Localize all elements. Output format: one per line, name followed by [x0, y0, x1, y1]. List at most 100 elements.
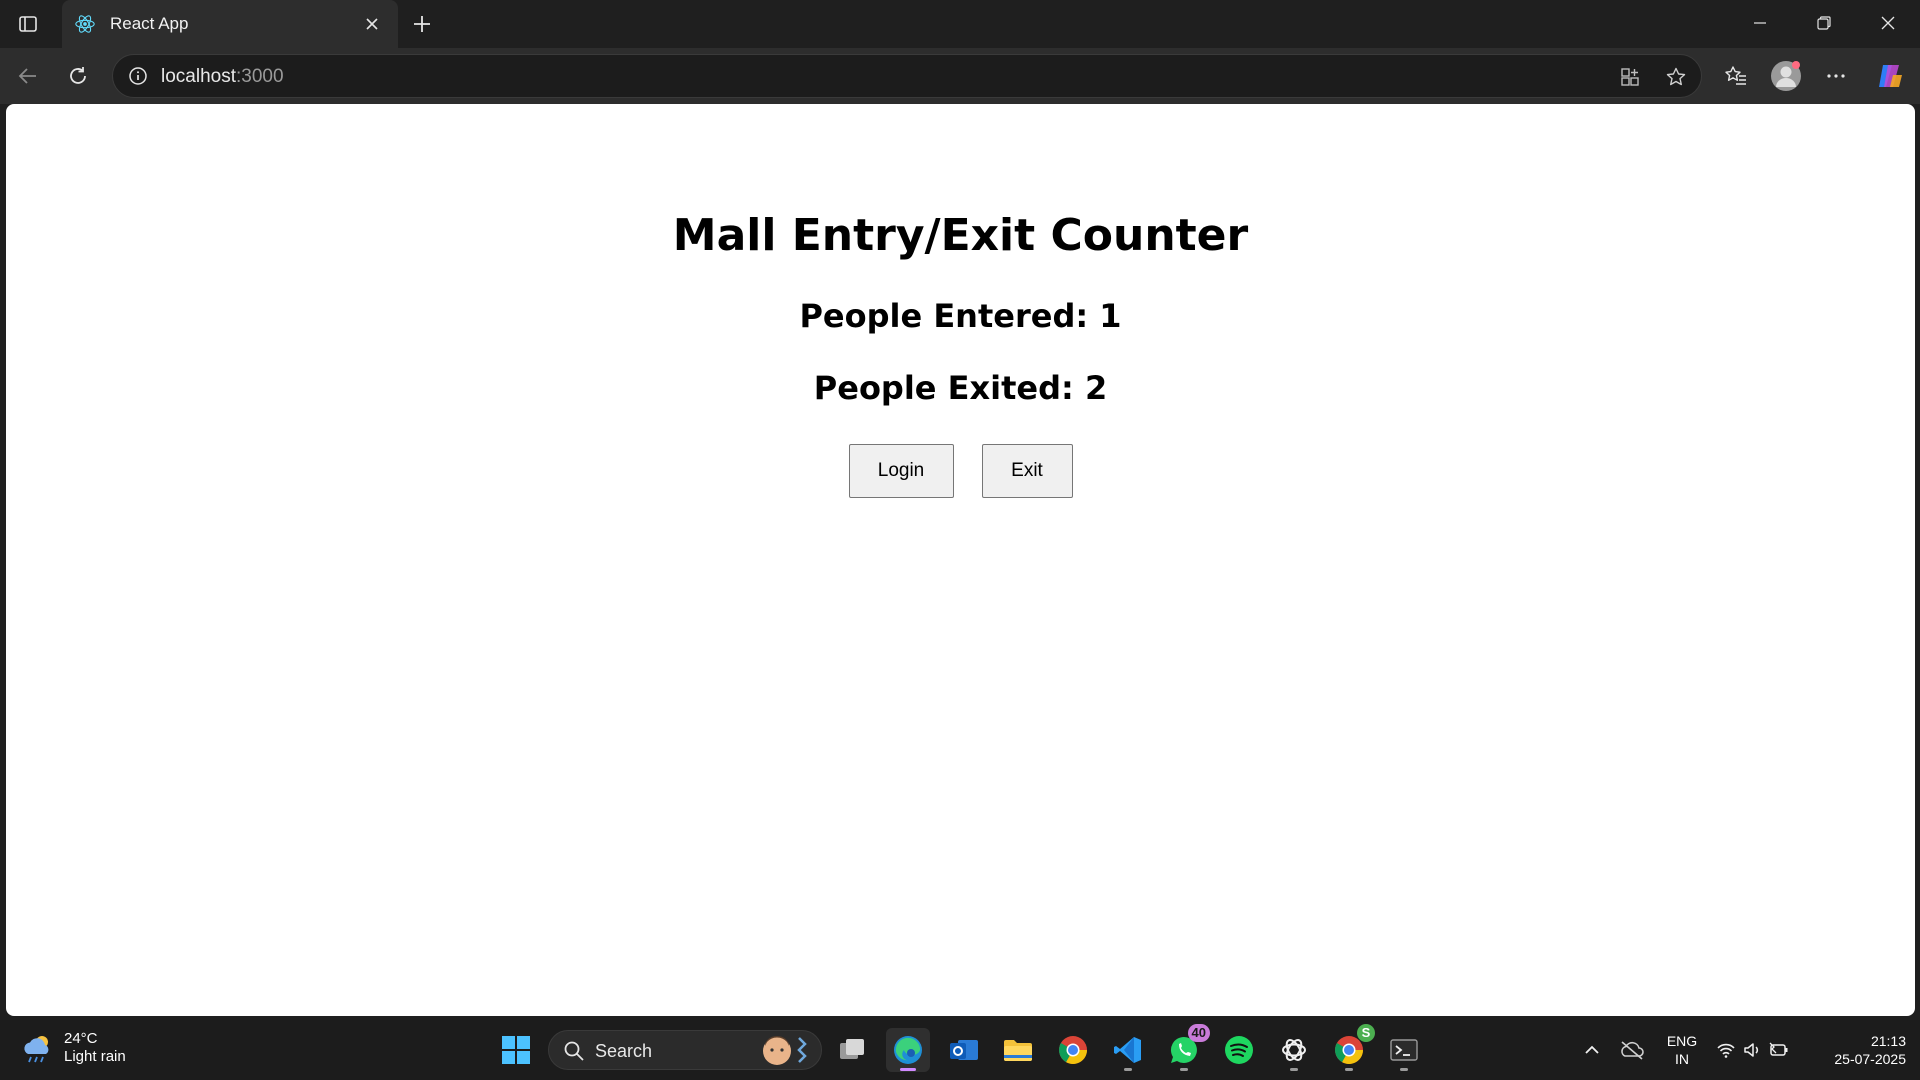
- chrome-icon: [1059, 1036, 1087, 1064]
- copilot-button[interactable]: [1872, 58, 1908, 94]
- search-highlight-icon: [763, 1036, 807, 1065]
- task-view-icon: [840, 1039, 864, 1059]
- weather-widget[interactable]: 24°C Light rain: [20, 1030, 126, 1066]
- taskbar-terminal-app[interactable]: [1382, 1028, 1426, 1072]
- taskbar-outlook-app[interactable]: [942, 1028, 986, 1072]
- favorite-star-button[interactable]: [1661, 62, 1691, 92]
- exit-button[interactable]: Exit: [981, 444, 1073, 498]
- close-icon: [366, 18, 378, 30]
- url-port: :3000: [236, 66, 284, 87]
- taskbar-file-explorer-app[interactable]: [996, 1028, 1040, 1072]
- edge-icon: [894, 1036, 922, 1064]
- page-title: Mall Entry/Exit Counter: [672, 210, 1249, 261]
- page-viewport: Mall Entry/Exit Counter People Entered: …: [6, 104, 1915, 1016]
- notification-badge: 40: [1187, 1024, 1210, 1042]
- outlook-icon: [950, 1040, 978, 1060]
- button-row: Login Exit: [6, 444, 1915, 498]
- settings-menu-button[interactable]: [1818, 58, 1854, 94]
- running-indicator: [1345, 1068, 1353, 1071]
- volume-icon: [1744, 1043, 1759, 1057]
- back-button[interactable]: [10, 58, 46, 94]
- window-close-button[interactable]: [1856, 0, 1920, 46]
- terminal-icon: [1390, 1039, 1418, 1061]
- app-available-button[interactable]: [1615, 62, 1645, 92]
- refresh-icon: [70, 67, 86, 84]
- browser-titlebar: React App: [0, 0, 1920, 48]
- address-bar[interactable]: localhost:3000: [112, 54, 1702, 98]
- quick-settings-button[interactable]: [1712, 1028, 1794, 1072]
- weather-text: 24°C Light rain: [64, 1030, 126, 1066]
- people-entered-count: People Entered: 1: [799, 297, 1122, 335]
- avatar-icon: [1771, 61, 1801, 91]
- spotify-icon: [1225, 1036, 1253, 1064]
- folder-icon: [1004, 1040, 1032, 1061]
- start-button[interactable]: [494, 1028, 538, 1072]
- running-indicator: [900, 1068, 916, 1071]
- favorites-list-icon: [1725, 66, 1746, 85]
- more-horizontal-icon: [1827, 74, 1845, 78]
- chevron-up-icon: [1585, 1045, 1599, 1054]
- show-hidden-icons-button[interactable]: [1572, 1028, 1612, 1072]
- react-favicon-icon: [75, 15, 95, 33]
- tab-title: React App: [110, 14, 189, 33]
- plus-icon: [414, 16, 430, 32]
- tab-actions-icon: [19, 16, 37, 32]
- tab-close-button[interactable]: [358, 10, 386, 38]
- restore-button[interactable]: [1792, 0, 1856, 46]
- apps-grid-icon: [1621, 68, 1639, 86]
- vscode-icon: [1114, 1037, 1141, 1063]
- favorites-button[interactable]: [1718, 58, 1754, 94]
- search-label: Search: [595, 1041, 653, 1061]
- running-indicator: [1124, 1068, 1132, 1071]
- clock-date: 25-07-2025: [1834, 1051, 1906, 1067]
- arrow-left-icon: [18, 68, 36, 84]
- taskbar-chrome-app[interactable]: [1051, 1028, 1095, 1072]
- taskbar-chatgpt-app[interactable]: [1272, 1028, 1316, 1072]
- browser-toolbar: localhost:3000: [0, 48, 1920, 104]
- windows-logo-icon: [502, 1036, 530, 1064]
- language-indicator[interactable]: ENG IN: [1658, 1032, 1706, 1068]
- onedrive-button[interactable]: [1612, 1028, 1652, 1072]
- star-icon: [1666, 67, 1686, 86]
- clock-time: 21:13: [1870, 1033, 1906, 1049]
- site-info-button[interactable]: [125, 63, 151, 89]
- region-code: IN: [1675, 1051, 1689, 1067]
- taskbar-search[interactable]: Search: [548, 1030, 822, 1070]
- profile-badge: S: [1357, 1024, 1375, 1042]
- close-icon: [1881, 16, 1895, 30]
- chatgpt-icon: [1282, 1039, 1306, 1061]
- running-indicator: [1400, 1068, 1408, 1071]
- taskbar-spotify-app[interactable]: [1217, 1028, 1261, 1072]
- taskbar-chrome-profile-app[interactable]: S: [1327, 1024, 1375, 1072]
- url-text[interactable]: localhost:3000: [161, 66, 284, 88]
- battery-charging-icon: [1769, 1042, 1788, 1056]
- profile-button[interactable]: [1768, 58, 1804, 94]
- restore-icon: [1817, 16, 1831, 30]
- task-view-button[interactable]: [830, 1028, 874, 1072]
- wifi-icon: [1717, 1043, 1735, 1058]
- windows-taskbar: 24°C Light rain Search 40 S ENG IN 21:13…: [0, 1020, 1920, 1080]
- weather-temperature: 24°C: [64, 1030, 98, 1047]
- counter-app: Mall Entry/Exit Counter People Entered: …: [6, 210, 1915, 498]
- running-indicator: [1290, 1068, 1298, 1071]
- cloud-offline-icon: [1621, 1041, 1644, 1060]
- people-exited-count: People Exited: 2: [813, 369, 1108, 407]
- info-icon: [129, 67, 147, 85]
- language-code: ENG: [1666, 1033, 1698, 1049]
- new-tab-button[interactable]: [406, 8, 438, 40]
- minimize-button[interactable]: [1728, 0, 1792, 46]
- tab-actions-button[interactable]: [12, 10, 44, 38]
- url-host: localhost: [161, 66, 236, 87]
- taskbar-whatsapp-app[interactable]: 40: [1162, 1024, 1210, 1072]
- clock[interactable]: 21:13 25-07-2025: [1812, 1032, 1906, 1068]
- taskbar-vscode-app[interactable]: [1106, 1028, 1150, 1072]
- login-button[interactable]: Login: [848, 444, 954, 498]
- taskbar-edge-app[interactable]: [886, 1028, 930, 1072]
- running-indicator: [1180, 1068, 1188, 1071]
- refresh-button[interactable]: [60, 58, 96, 94]
- minimize-icon: [1754, 22, 1766, 24]
- copilot-icon: [1879, 65, 1902, 87]
- browser-tab-active[interactable]: React App: [62, 0, 398, 48]
- rain-cloud-icon: [24, 1036, 49, 1063]
- weather-description: Light rain: [64, 1048, 126, 1065]
